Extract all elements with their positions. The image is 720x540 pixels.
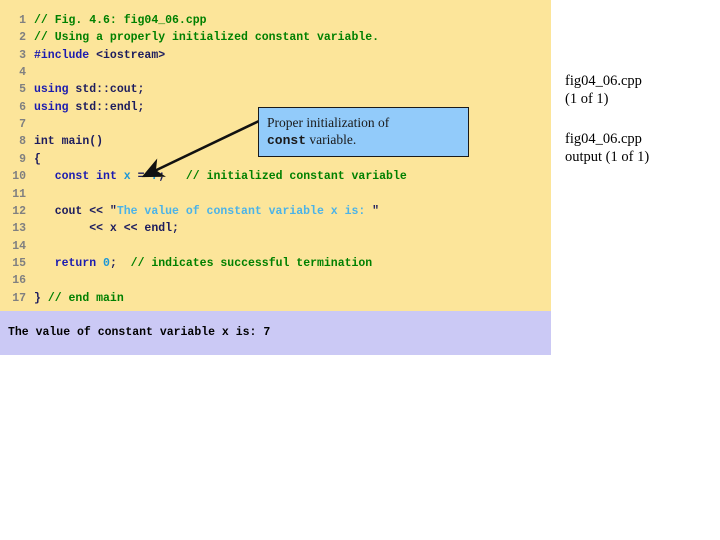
code-line: 17} // end main <box>0 290 551 307</box>
callout-line-1: Proper initialization of <box>267 115 390 130</box>
code-token: // end main <box>47 291 124 305</box>
code-line: 2 // Using a properly initialized constan… <box>0 29 551 46</box>
callout-line-2-tail: variable. <box>306 132 357 147</box>
code-token: // Using a properly initialized constant… <box>34 31 380 45</box>
code-token: 0 <box>103 256 110 270</box>
code-line-text: << x << endl; <box>34 220 179 237</box>
code-line-number: 13 <box>12 222 26 236</box>
code-line-text: using std::endl; <box>34 99 144 116</box>
code-line: 5 using std::cout; <box>0 81 551 98</box>
code-line: 13 << x << endl; <box>0 220 551 237</box>
code-token: " <box>109 204 117 218</box>
code-line: 11 <box>0 186 551 203</box>
caption-source-file: fig04_06.cpp (1 of 1) <box>565 73 642 107</box>
code-token: { <box>34 152 41 166</box>
code-token: " <box>372 204 380 218</box>
code-line-text: // Fig. 4.6: fig04_06.cpp <box>34 12 207 29</box>
code-line-number: 3 <box>19 48 26 62</box>
program-output-text: The value of constant variable x is: 7 <box>8 326 271 339</box>
code-token: const <box>54 170 90 184</box>
code-token: } <box>34 291 48 305</box>
code-token: ; <box>109 256 131 270</box>
code-token: int <box>96 170 117 184</box>
code-line-text: // Using a properly initialized constant… <box>34 29 379 46</box>
code-line-number: 11 <box>12 187 26 201</box>
code-line-number: 8 <box>19 135 26 149</box>
code-token: x <box>123 170 131 184</box>
callout-box: Proper initialization of const variable. <box>258 107 469 157</box>
code-line-number: 15 <box>12 256 26 270</box>
code-line: 16 <box>0 272 551 289</box>
code-line-number: 6 <box>19 100 26 114</box>
code-line-number: 10 <box>12 170 26 184</box>
code-line: 1 // Fig. 4.6: fig04_06.cpp <box>0 12 551 29</box>
callout-code-word: const <box>267 133 307 148</box>
code-line: 15 return 0; // indicates successful ter… <box>0 255 551 272</box>
code-token: std::endl; <box>68 100 145 114</box>
code-line: 10 const int x = 7; // initialized const… <box>0 168 551 185</box>
code-line-number: 17 <box>12 291 26 305</box>
code-line: 4 <box>0 64 551 81</box>
code-token: std::cout; <box>68 83 145 97</box>
code-token: ; <box>158 170 186 184</box>
callout-text: Proper initialization of const variable. <box>267 114 463 149</box>
caption-output-file: fig04_06.cpp output (1 of 1) <box>565 131 650 165</box>
code-line-number: 12 <box>12 204 26 218</box>
code-line-text: using std::cout; <box>34 81 144 98</box>
code-token: // indicates successful termination <box>130 256 373 270</box>
code-line: 3 #include <iostream> <box>0 47 551 64</box>
code-line-number: 2 <box>19 31 26 45</box>
code-line: 14 <box>0 238 551 255</box>
code-line-number: 14 <box>12 239 26 253</box>
code-line-number: 16 <box>12 274 26 288</box>
code-line-text: } // end main <box>34 290 124 307</box>
code-line-number: 7 <box>19 118 26 132</box>
code-line-number: 4 <box>19 66 26 80</box>
code-token: // Fig. 4.6: fig04_06.cpp <box>34 14 207 27</box>
code-line-text: #include <iostream> <box>34 47 165 64</box>
code-token: << x << endl; <box>34 222 179 236</box>
code-token: cout << <box>34 204 110 218</box>
program-output-panel: The value of constant variable x is: 7 <box>0 311 551 355</box>
code-token: <iostream> <box>89 48 166 62</box>
code-line-text: cout << "The value of constant variable … <box>34 203 379 220</box>
code-token: int <box>34 135 55 149</box>
code-token: The value of constant variable x is: <box>116 204 373 218</box>
code-line: 12 cout << "The value of constant variab… <box>0 203 551 220</box>
code-token: using <box>34 83 69 97</box>
code-token: = <box>130 170 152 184</box>
code-line-text: const int x = 7; // initialized constant… <box>34 168 407 185</box>
code-line-text: { <box>34 151 41 168</box>
code-line-number: 1 <box>19 14 26 27</box>
code-line-number: 5 <box>19 83 26 97</box>
code-token: #include <box>34 48 90 62</box>
code-line-number: 9 <box>19 152 26 166</box>
code-token: return <box>54 256 97 270</box>
code-line-text: int main() <box>34 133 103 150</box>
code-token: // initialized constant variable <box>185 170 407 184</box>
code-token: using <box>34 100 69 114</box>
code-token: main() <box>54 135 104 149</box>
code-line-text: return 0; // indicates successful termin… <box>34 255 373 272</box>
